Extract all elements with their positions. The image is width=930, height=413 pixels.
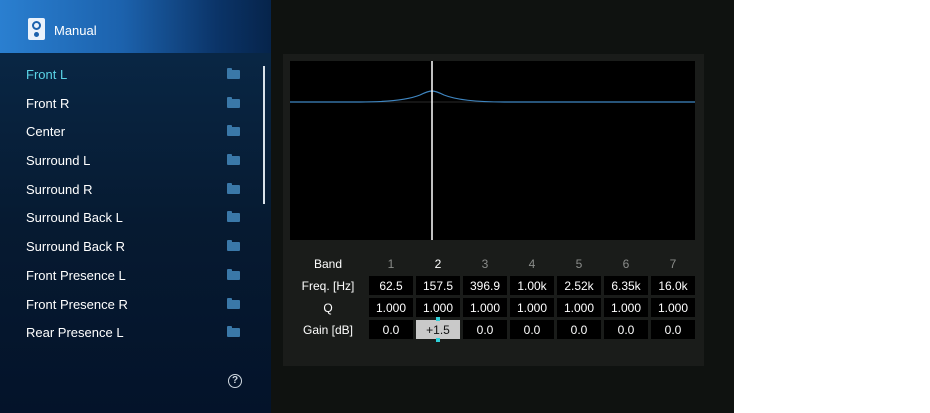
folder-icon [227,211,240,223]
gain-value[interactable]: 0.0 [557,320,601,339]
sidebar-item[interactable]: Center [0,117,260,146]
folder-icon [227,125,240,137]
freq-value[interactable]: 16.0k [651,276,695,295]
adjust-up-marker [436,317,440,321]
sidebar-item-label: Surround Back R [26,239,125,255]
freq-value[interactable]: 157.5 [416,276,460,295]
folder-icon [227,68,240,79]
q-value[interactable]: 1.000 [369,298,413,317]
freq-value[interactable]: 2.52k [557,276,601,295]
band-number-selected[interactable]: 2 [416,254,460,273]
folder-icon [227,268,240,280]
band-row-label: Band [313,256,343,271]
freq-row: Freq. [Hz] 62.5 157.5 396.9 1.00k 2.52k … [290,276,695,295]
freq-value[interactable]: 396.9 [463,276,507,295]
eq-curve-svg [290,61,695,240]
band-number[interactable]: 1 [369,254,413,273]
q-value[interactable]: 1.000 [416,298,460,317]
folder-icon [227,182,240,194]
sidebar-item-label: Surround L [26,153,91,169]
folder-icon [227,154,240,166]
speaker-icon [28,18,45,40]
sidebar-item-label: Center [26,124,66,140]
sidebar-header: Manual [0,0,271,53]
sidebar: Manual Front L Front R Center Surround L… [0,0,271,413]
gain-value[interactable]: 0.0 [510,320,554,339]
sidebar-item-label: Front Presence R [26,296,128,312]
gain-row-label: Gain [dB] [302,322,354,337]
q-value[interactable]: 1.000 [604,298,648,317]
help-icon[interactable]: ? [228,374,242,388]
band-number[interactable]: 3 [463,254,507,273]
freq-value[interactable]: 1.00k [510,276,554,295]
q-value[interactable]: 1.000 [463,298,507,317]
sidebar-item-label: Surround R [26,181,93,197]
speaker-list: Front L Front R Center Surround L Surrou… [0,60,260,347]
sidebar-item-label: Surround Back L [26,210,123,226]
sidebar-item[interactable]: Surround R [0,175,260,204]
eq-table: Band 1 2 3 4 5 6 7 Freq. [Hz] 62.5 157.5… [287,251,698,342]
gain-value[interactable]: 0.0 [651,320,695,339]
q-value[interactable]: 1.000 [651,298,695,317]
sidebar-item[interactable]: Front Presence L [0,261,260,290]
band-number[interactable]: 4 [510,254,554,273]
folder-icon [227,240,240,252]
sidebar-title: Manual [54,23,97,38]
eq-curve [290,90,695,103]
gain-value[interactable]: 0.0 [463,320,507,339]
q-row: Q 1.000 1.000 1.000 1.000 1.000 1.000 1.… [290,298,695,317]
sidebar-item-label: Front Presence L [26,267,126,283]
sidebar-item-label: Rear Presence L [26,325,124,341]
folder-icon [227,96,240,108]
freq-row-label: Freq. [Hz] [301,278,355,293]
gain-value-selected[interactable]: +1.5 [416,317,460,342]
band-row: Band 1 2 3 4 5 6 7 [290,254,695,273]
gain-value-text: +1.5 [426,322,450,337]
q-row-label: Q [323,300,333,315]
q-value[interactable]: 1.000 [557,298,601,317]
freq-value[interactable]: 6.35k [604,276,648,295]
sidebar-item-label: Front R [26,95,70,111]
sidebar-item[interactable]: Surround Back L [0,203,260,232]
q-value[interactable]: 1.000 [510,298,554,317]
gain-value[interactable]: 0.0 [369,320,413,339]
sidebar-item[interactable]: Surround L [0,146,260,175]
sidebar-item[interactable]: Rear Presence L [0,318,260,347]
sidebar-item[interactable]: Front R [0,89,260,118]
sidebar-item[interactable]: Front Presence R [0,290,260,319]
adjust-down-marker [436,338,440,342]
sidebar-item[interactable]: Surround Back R [0,232,260,261]
freq-value[interactable]: 62.5 [369,276,413,295]
sidebar-scrollbar[interactable] [263,66,265,204]
gain-row: Gain [dB] 0.0 +1.5 0.0 0.0 0.0 0.0 0.0 [290,317,695,342]
band-number[interactable]: 5 [557,254,601,273]
eq-response-graph [290,61,695,240]
folder-icon [227,326,240,338]
folder-icon [227,297,240,309]
gain-value[interactable]: 0.0 [604,320,648,339]
band-number[interactable]: 7 [651,254,695,273]
sidebar-item-label: Front L [26,67,68,82]
sidebar-item[interactable]: Front L [0,60,260,89]
screen: Manual Front L Front R Center Surround L… [0,0,734,413]
band-number[interactable]: 6 [604,254,648,273]
